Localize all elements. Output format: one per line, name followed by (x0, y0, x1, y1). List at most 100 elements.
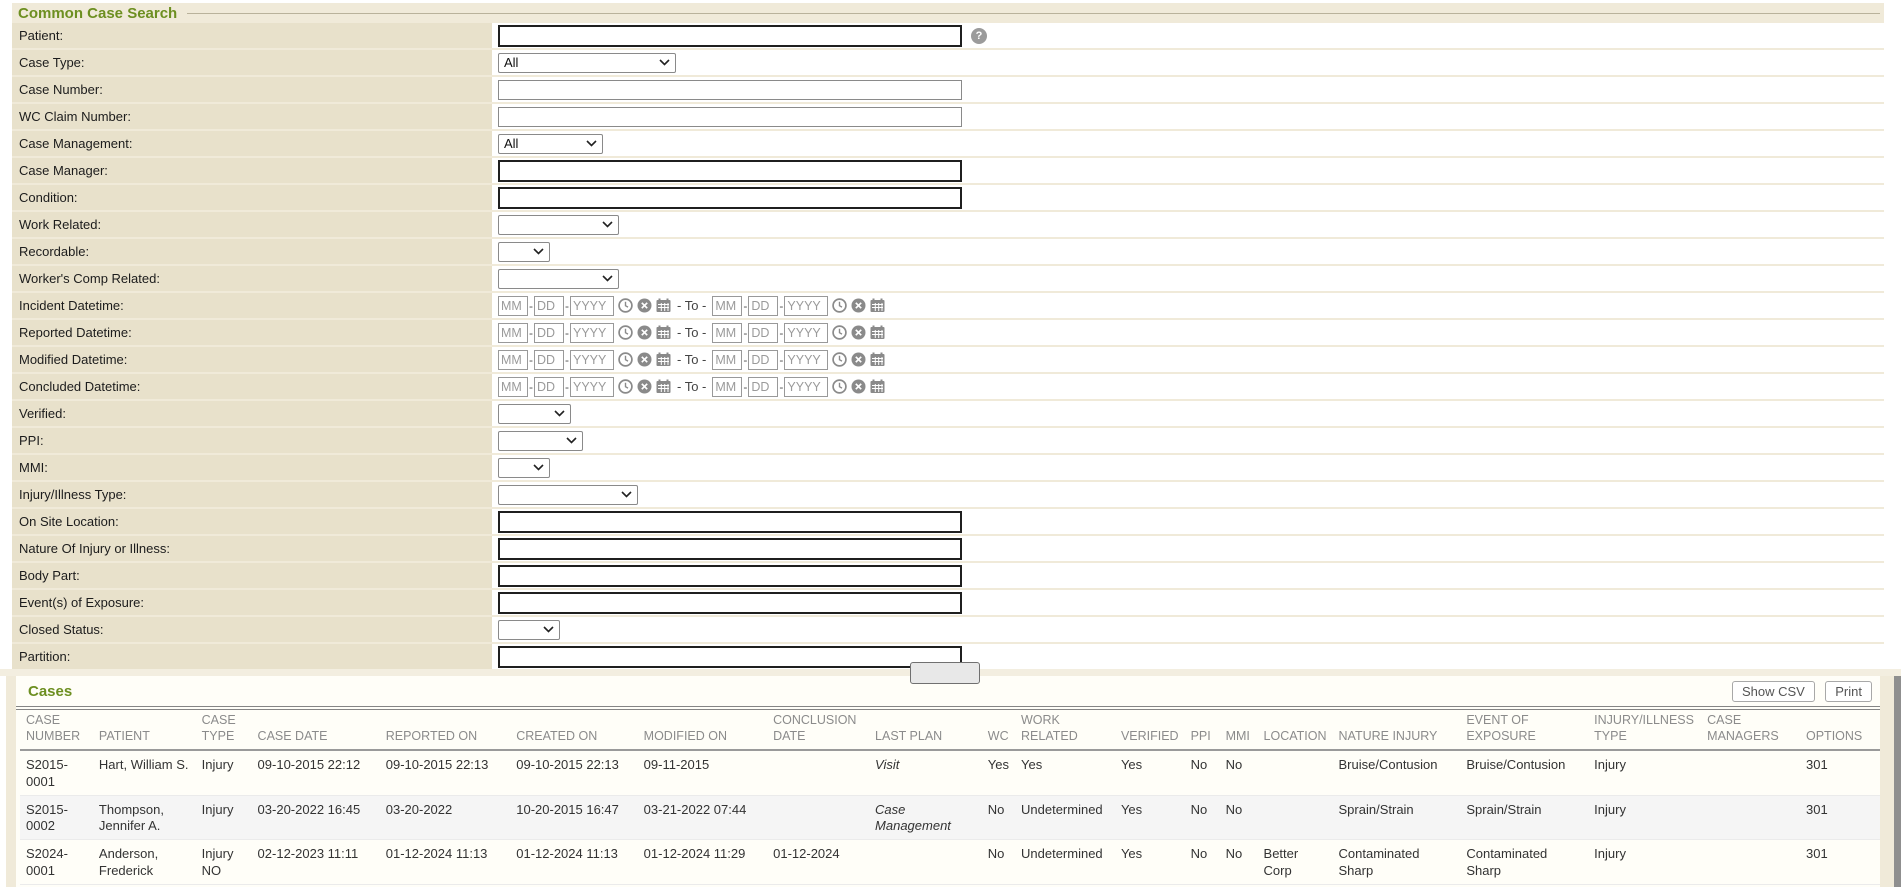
modified-datetime-range: - - - To - - - (492, 347, 1884, 372)
column-header-verified[interactable]: VERIFIED (1115, 710, 1185, 750)
column-header-conclusion-date[interactable]: CONCLUSION DATE (767, 710, 869, 750)
time-icon[interactable] (832, 379, 847, 394)
month-input[interactable] (498, 323, 528, 343)
year-input[interactable] (784, 296, 828, 316)
clear-icon[interactable] (851, 325, 866, 340)
workers-comp-related-select[interactable] (498, 269, 619, 289)
time-icon[interactable] (832, 298, 847, 313)
day-input[interactable] (748, 323, 778, 343)
verified-select[interactable] (498, 404, 571, 424)
year-input[interactable] (784, 377, 828, 397)
year-input[interactable] (570, 296, 614, 316)
nature-of-injury-field[interactable] (498, 538, 962, 560)
calendar-icon[interactable] (656, 325, 671, 340)
chevron-down-icon (602, 275, 613, 282)
calendar-icon[interactable] (656, 298, 671, 313)
calendar-icon[interactable] (656, 379, 671, 394)
day-input[interactable] (534, 323, 564, 343)
time-icon[interactable] (618, 379, 633, 394)
clear-icon[interactable] (637, 379, 652, 394)
search-button[interactable] (910, 662, 980, 684)
table-cell: Contaminated Sharp (1333, 840, 1461, 885)
column-header-wc[interactable]: WC (982, 710, 1015, 750)
injury-illness-type-select[interactable] (498, 485, 638, 505)
mmi-select[interactable] (498, 458, 550, 478)
column-header-patient[interactable]: PATIENT (93, 710, 196, 750)
time-icon[interactable] (618, 298, 633, 313)
partition-field[interactable] (498, 646, 962, 668)
column-header-case-number[interactable]: CASE NUMBER (20, 710, 93, 750)
month-input[interactable] (498, 377, 528, 397)
column-header-location[interactable]: LOCATION (1258, 710, 1333, 750)
column-header-nature-injury[interactable]: NATURE INJURY (1333, 710, 1461, 750)
patient-field[interactable] (498, 25, 962, 47)
day-input[interactable] (748, 350, 778, 370)
date-separator: - (565, 380, 569, 394)
clear-icon[interactable] (637, 325, 652, 340)
calendar-icon[interactable] (870, 352, 885, 367)
on-site-location-field[interactable] (498, 511, 962, 533)
month-input[interactable] (712, 350, 742, 370)
year-input[interactable] (784, 323, 828, 343)
day-input[interactable] (748, 377, 778, 397)
print-button[interactable]: Print (1825, 681, 1872, 702)
year-input[interactable] (570, 350, 614, 370)
recordable-select[interactable] (498, 242, 550, 262)
vertical-scrollbar[interactable] (1894, 676, 1901, 887)
case-management-select[interactable]: All (498, 134, 603, 154)
calendar-icon[interactable] (870, 325, 885, 340)
clear-icon[interactable] (851, 379, 866, 394)
time-icon[interactable] (832, 352, 847, 367)
day-input[interactable] (534, 377, 564, 397)
column-header-mmi[interactable]: MMI (1220, 710, 1258, 750)
table-cell: Better Corp (1258, 840, 1333, 885)
column-header-last-plan[interactable]: LAST PLAN (869, 710, 982, 750)
year-input[interactable] (570, 377, 614, 397)
help-icon[interactable]: ? (971, 28, 987, 44)
column-header-modified-on[interactable]: MODIFIED ON (638, 710, 767, 750)
time-icon[interactable] (832, 325, 847, 340)
calendar-icon[interactable] (870, 298, 885, 313)
clear-icon[interactable] (637, 298, 652, 313)
column-header-case-managers[interactable]: CASE MANAGERS (1701, 710, 1800, 750)
column-header-reported-on[interactable]: REPORTED ON (380, 710, 511, 750)
month-input[interactable] (498, 296, 528, 316)
closed-status-select[interactable] (498, 620, 560, 640)
show-csv-button[interactable]: Show CSV (1732, 681, 1815, 702)
work-related-select[interactable] (498, 215, 619, 235)
month-input[interactable] (712, 377, 742, 397)
calendar-icon[interactable] (656, 352, 671, 367)
day-input[interactable] (748, 296, 778, 316)
column-header-case-date[interactable]: CASE DATE (252, 710, 380, 750)
month-input[interactable] (712, 323, 742, 343)
ppi-select[interactable] (498, 431, 583, 451)
day-input[interactable] (534, 296, 564, 316)
time-icon[interactable] (618, 325, 633, 340)
column-header-work-related[interactable]: WORK RELATED (1015, 710, 1115, 750)
column-header-options[interactable]: OPTIONS (1800, 710, 1880, 750)
clear-icon[interactable] (851, 298, 866, 313)
column-header-ppi[interactable]: PPI (1185, 710, 1220, 750)
clear-icon[interactable] (637, 352, 652, 367)
year-input[interactable] (784, 350, 828, 370)
case-manager-field[interactable] (498, 160, 962, 182)
clear-icon[interactable] (851, 352, 866, 367)
column-header-event-of-exposure[interactable]: EVENT OF EXPOSURE (1460, 710, 1588, 750)
column-header-case-type[interactable]: CASE TYPE (196, 710, 252, 750)
month-input[interactable] (712, 296, 742, 316)
calendar-icon[interactable] (870, 379, 885, 394)
column-header-injury-illness-type[interactable]: INJURY/ILLNESS TYPE (1588, 710, 1701, 750)
case-type-select[interactable]: All (498, 53, 676, 73)
column-header-created-on[interactable]: CREATED ON (510, 710, 637, 750)
case-number-field[interactable] (498, 80, 962, 100)
time-icon[interactable] (618, 352, 633, 367)
year-input[interactable] (570, 323, 614, 343)
month-input[interactable] (498, 350, 528, 370)
day-input[interactable] (534, 350, 564, 370)
condition-field[interactable] (498, 187, 962, 209)
chevron-down-icon (533, 464, 544, 471)
events-of-exposure-field[interactable] (498, 592, 962, 614)
wc-claim-number-field[interactable] (498, 107, 962, 127)
table-cell (1701, 750, 1800, 795)
body-part-field[interactable] (498, 565, 962, 587)
